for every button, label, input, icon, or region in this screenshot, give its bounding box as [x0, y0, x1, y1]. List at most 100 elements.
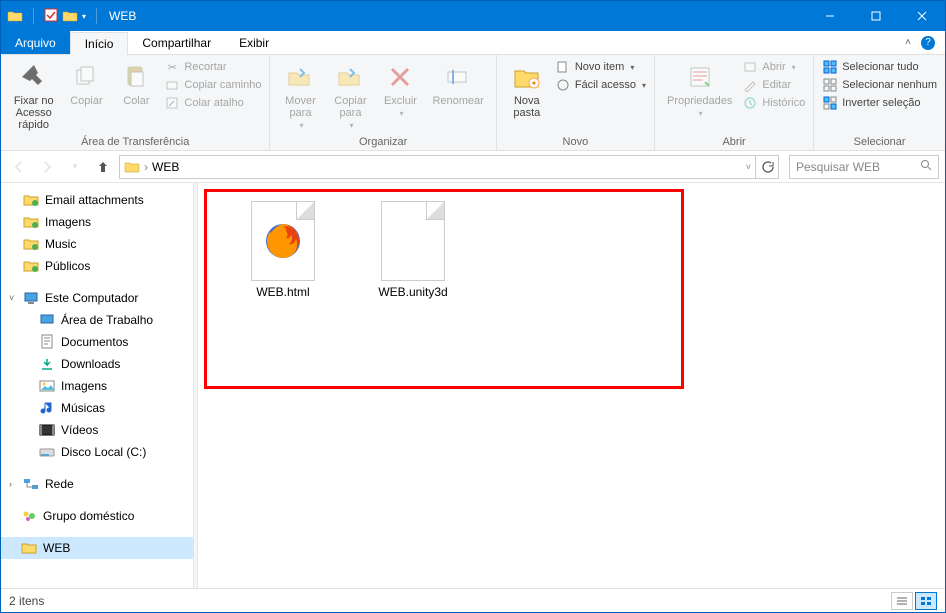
menu-bar: Arquivo Início Compartilhar Exibir ˄ ? — [1, 31, 945, 55]
maximize-button[interactable] — [853, 1, 899, 31]
folder-icon — [23, 192, 39, 208]
edit-icon — [742, 77, 758, 93]
status-bar: 2 itens — [1, 588, 945, 612]
chevron-right-icon[interactable]: › — [9, 479, 17, 489]
history-icon — [742, 95, 758, 111]
sidebar-item-computer[interactable]: ˅Este Computador — [1, 287, 193, 309]
ribbon-group-clipboard: Fixar no Acesso rápido Copiar Colar ✂Rec… — [1, 55, 270, 150]
sidebar-item-images[interactable]: Imagens — [1, 211, 193, 233]
sidebar-item-desktop[interactable]: Área de Trabalho — [1, 309, 193, 331]
sidebar-item-homegroup[interactable]: Grupo doméstico — [1, 505, 193, 527]
folder-icon — [7, 10, 23, 22]
view-icons-button[interactable] — [915, 592, 937, 610]
chevron-down-icon[interactable]: ˅ — [9, 293, 17, 303]
new-folder-button[interactable]: ✦ Nova pasta — [505, 59, 549, 121]
chevron-right-icon[interactable]: › — [144, 160, 148, 174]
sidebar-item-music[interactable]: Music — [1, 233, 193, 255]
navigation-pane: Email attachments Imagens Music Públicos… — [1, 183, 193, 588]
tab-view[interactable]: Exibir — [225, 31, 283, 54]
firefox-icon — [261, 219, 305, 263]
address-path[interactable]: › WEB ˅ — [119, 155, 756, 179]
sidebar-item-music2[interactable]: Músicas — [1, 397, 193, 419]
svg-text:✦: ✦ — [530, 79, 537, 88]
cut-button[interactable]: ✂Recortar — [164, 59, 261, 75]
checkmark-icon — [44, 8, 58, 25]
ribbon-collapse-icon[interactable]: ˄ — [905, 37, 911, 48]
sidebar-item-videos[interactable]: Vídeos — [1, 419, 193, 441]
minimize-button[interactable] — [807, 1, 853, 31]
invert-selection-button[interactable]: Inverter seleção — [822, 95, 937, 111]
easy-access-icon — [555, 77, 571, 93]
sidebar-item-email[interactable]: Email attachments — [1, 189, 193, 211]
clipboard-group-label: Área de Transferência — [9, 134, 261, 148]
new-item-button[interactable]: Novo item▾ — [555, 59, 646, 75]
sidebar-item-downloads[interactable]: Downloads — [1, 353, 193, 375]
downloads-icon — [39, 356, 55, 372]
file-item-html[interactable]: WEB.html — [238, 201, 328, 299]
select-all-icon — [822, 59, 838, 75]
tab-file[interactable]: Arquivo — [1, 31, 70, 54]
content-pane[interactable]: WEB.html WEB.unity3d — [198, 183, 945, 588]
file-thumb-html — [251, 201, 315, 281]
paste-icon — [120, 61, 152, 93]
videos-icon — [39, 422, 55, 438]
path-segment[interactable]: WEB — [152, 160, 179, 174]
folder-icon — [21, 540, 37, 556]
tab-share[interactable]: Compartilhar — [128, 31, 225, 54]
properties-button[interactable]: Propriedades▾ — [663, 59, 736, 120]
paste-shortcut-button[interactable]: Colar atalho — [164, 95, 261, 111]
move-to-button[interactable]: Mover para▾ — [278, 59, 322, 132]
delete-button[interactable]: Excluir▾ — [378, 59, 422, 120]
organize-group-label: Organizar — [278, 134, 487, 148]
shortcut-icon — [164, 95, 180, 111]
copy-button[interactable]: Copiar — [64, 59, 108, 109]
pin-icon — [18, 61, 50, 93]
select-all-button[interactable]: Selecionar tudo — [822, 59, 937, 75]
easy-access-button[interactable]: Fácil acesso▾ — [555, 77, 646, 93]
copy-path-button[interactable]: Copiar caminho — [164, 77, 261, 93]
homegroup-icon — [21, 508, 37, 524]
folder-icon — [62, 10, 78, 22]
folder-icon — [23, 214, 39, 230]
edit-button[interactable]: Editar — [742, 77, 805, 93]
select-group-label: Selecionar — [822, 134, 937, 148]
nav-back-button[interactable] — [7, 155, 31, 179]
copy-icon — [70, 61, 102, 93]
sidebar-item-network[interactable]: ›Rede — [1, 473, 193, 495]
open-icon — [742, 59, 758, 75]
music-icon — [39, 400, 55, 416]
new-group-label: Novo — [505, 134, 646, 148]
select-none-button[interactable]: Selecionar nenhum — [822, 77, 937, 93]
new-item-icon — [555, 59, 571, 75]
history-button[interactable]: Histórico — [742, 95, 805, 111]
sidebar-item-documents[interactable]: Documentos — [1, 331, 193, 353]
pin-quick-access-button[interactable]: Fixar no Acesso rápido — [9, 59, 58, 133]
nav-forward-button[interactable] — [35, 155, 59, 179]
search-input[interactable]: Pesquisar WEB — [789, 155, 939, 179]
sidebar-item-images2[interactable]: Imagens — [1, 375, 193, 397]
rename-button[interactable]: Renomear — [428, 59, 487, 109]
chevron-down-icon[interactable]: ▾ — [82, 12, 86, 21]
help-icon[interactable]: ? — [921, 36, 935, 50]
close-button[interactable] — [899, 1, 945, 31]
refresh-button[interactable] — [755, 155, 779, 179]
view-details-button[interactable] — [891, 592, 913, 610]
chevron-down-icon[interactable]: ˅ — [746, 162, 751, 172]
folder-icon — [124, 161, 140, 173]
nav-up-button[interactable] — [91, 155, 115, 179]
nav-recent-button[interactable]: ▾ — [63, 155, 87, 179]
delete-icon — [384, 61, 416, 93]
copy-to-button[interactable]: Copiar para▾ — [328, 59, 372, 132]
search-placeholder: Pesquisar WEB — [796, 160, 880, 174]
sidebar-item-public[interactable]: Públicos — [1, 255, 193, 277]
sidebar-item-web[interactable]: WEB — [1, 537, 193, 559]
select-none-icon — [822, 77, 838, 93]
file-item-unity3d[interactable]: WEB.unity3d — [368, 201, 458, 299]
tab-home[interactable]: Início — [70, 32, 129, 55]
move-to-icon — [284, 61, 316, 93]
window-title: WEB — [109, 9, 136, 23]
copy-path-icon — [164, 77, 180, 93]
open-button[interactable]: Abrir▾ — [742, 59, 805, 75]
sidebar-item-disk[interactable]: Disco Local (C:) — [1, 441, 193, 463]
paste-button[interactable]: Colar — [114, 59, 158, 109]
